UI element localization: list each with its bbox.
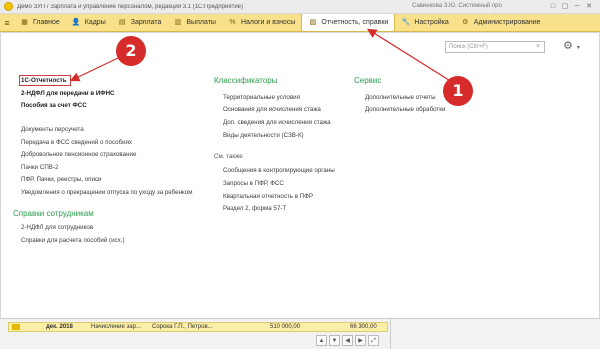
row-amount-tax: 66 300,00 (350, 324, 377, 330)
annotation-badge-1: 1 (443, 76, 473, 106)
arrow-to-1c-reporting (69, 57, 119, 82)
scroll-up-icon[interactable]: ▲ (316, 335, 327, 346)
table-row[interactable]: дек. 2018 Начисление зар... Сорока Г.П.,… (8, 322, 388, 332)
arrow-to-reports-tab (366, 28, 453, 83)
scroll-down-icon[interactable]: ▼ (329, 335, 340, 346)
scroll-right-icon[interactable]: ▶ (355, 335, 366, 346)
row-period: дек. 2018 (46, 324, 73, 330)
row-icon (12, 324, 20, 330)
bottom-toolbar: ▲ ▼ ◀ ▶ ⤢ (316, 335, 379, 347)
row-employees: Сорока Г.П., Петров... (152, 324, 213, 330)
expand-icon[interactable]: ⤢ (368, 335, 379, 346)
panel-divider (390, 319, 391, 349)
bottom-panel: дек. 2018 Начисление зар... Сорока Г.П.,… (0, 318, 600, 349)
annotation-badge-2: 2 (116, 36, 146, 66)
row-document: Начисление зар... (91, 324, 141, 330)
scroll-left-icon[interactable]: ◀ (342, 335, 353, 346)
row-amount-accrued: 510 000,00 (270, 324, 301, 330)
annotation-arrows (69, 28, 453, 83)
